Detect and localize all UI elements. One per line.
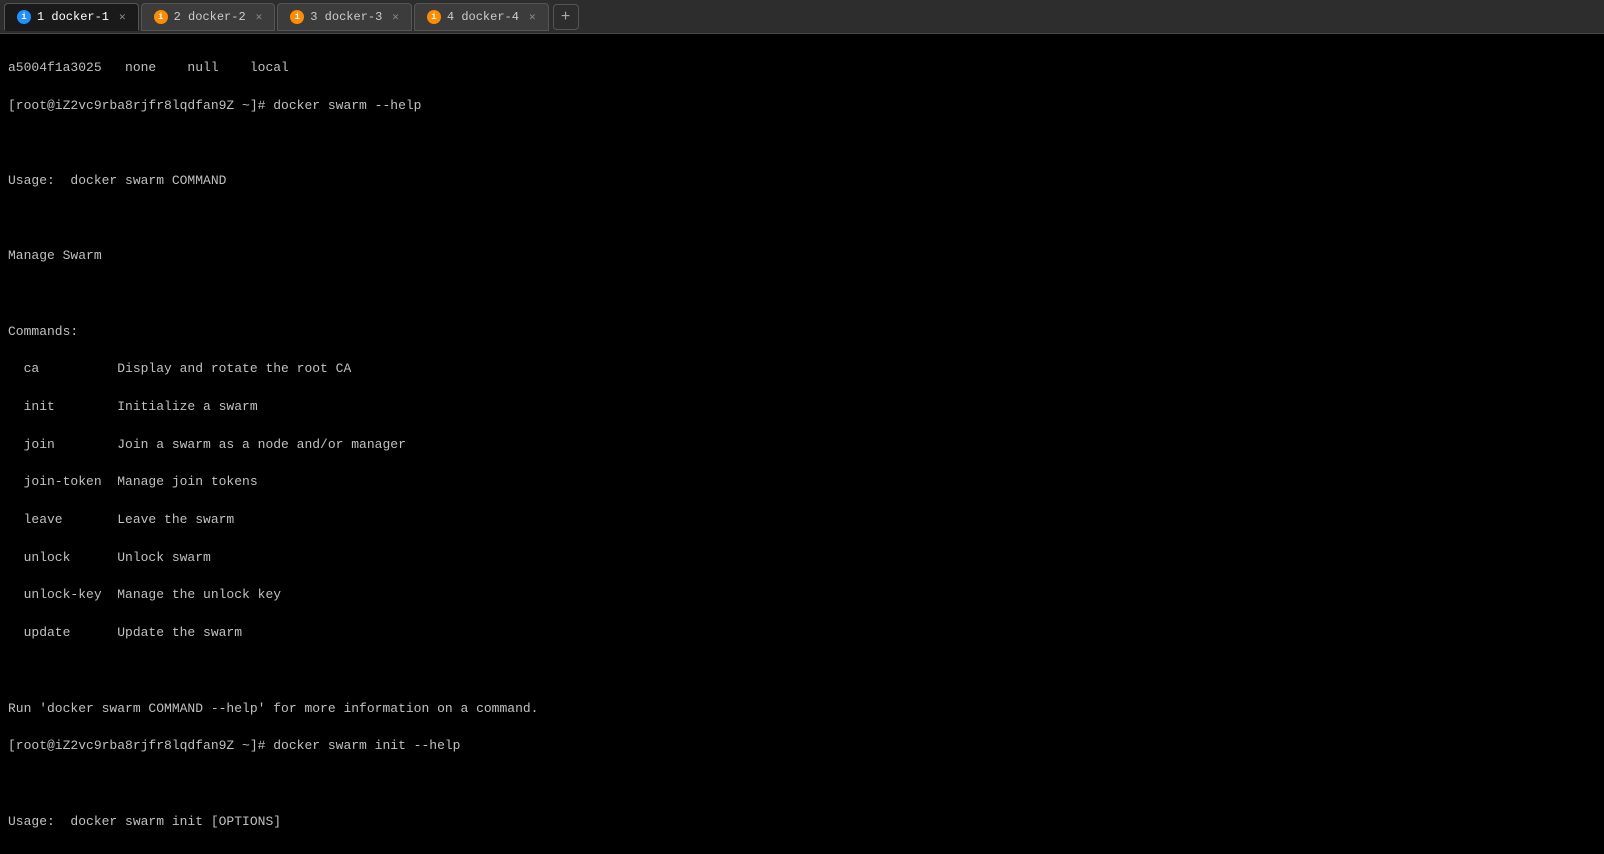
tab-docker-2[interactable]: i 2 docker-2 ✕	[141, 3, 276, 31]
tab-docker-1[interactable]: i 1 docker-1 ✕	[4, 3, 139, 31]
line-unlock-key: unlock-key Manage the unlock key	[8, 586, 1596, 605]
line-6: Manage Swarm	[8, 247, 1596, 266]
tab-close-3[interactable]: ✕	[392, 10, 399, 24]
tab-docker-3[interactable]: i 3 docker-3 ✕	[277, 3, 412, 31]
line-join-token: join-token Manage join tokens	[8, 473, 1596, 492]
line-7	[8, 285, 1596, 304]
tab-icon-2: i	[154, 10, 168, 24]
tab-icon-4: i	[427, 10, 441, 24]
line-join: join Join a swarm as a node and/or manag…	[8, 436, 1596, 455]
tab-docker-4[interactable]: i 4 docker-4 ✕	[414, 3, 549, 31]
line-init: init Initialize a swarm	[8, 398, 1596, 417]
tab-bar: i 1 docker-1 ✕ i 2 docker-2 ✕ i 3 docker…	[0, 0, 1604, 34]
line-5	[8, 210, 1596, 229]
tab-label-2: 2 docker-2	[174, 10, 246, 24]
line-ca: ca Display and rotate the root CA	[8, 360, 1596, 379]
tab-label-3: 3 docker-3	[310, 10, 382, 24]
line-commands: Commands:	[8, 323, 1596, 342]
tab-label-4: 4 docker-4	[447, 10, 519, 24]
tab-icon-3: i	[290, 10, 304, 24]
line-leave: leave Leave the swarm	[8, 511, 1596, 530]
line-empty1	[8, 662, 1596, 681]
line-empty2	[8, 775, 1596, 794]
tab-close-4[interactable]: ✕	[529, 10, 536, 24]
line-empty3	[8, 850, 1596, 854]
terminal-output: a5004f1a3025 none null local [root@iZ2vc…	[0, 34, 1604, 854]
line-2: [root@iZ2vc9rba8rjfr8lqdfan9Z ~]# docker…	[8, 97, 1596, 116]
tab-label-1: 1 docker-1	[37, 10, 109, 24]
tab-close-1[interactable]: ✕	[119, 10, 126, 24]
new-tab-button[interactable]: +	[553, 4, 579, 30]
line-3	[8, 134, 1596, 153]
line-1: a5004f1a3025 none null local	[8, 59, 1596, 78]
tab-close-2[interactable]: ✕	[256, 10, 263, 24]
tab-icon-1: i	[17, 10, 31, 24]
line-prompt2: [root@iZ2vc9rba8rjfr8lqdfan9Z ~]# docker…	[8, 737, 1596, 756]
line-unlock: unlock Unlock swarm	[8, 549, 1596, 568]
line-run-hint: Run 'docker swarm COMMAND --help' for mo…	[8, 700, 1596, 719]
line-update: update Update the swarm	[8, 624, 1596, 643]
line-usage2: Usage: docker swarm init [OPTIONS]	[8, 813, 1596, 832]
line-4: Usage: docker swarm COMMAND	[8, 172, 1596, 191]
